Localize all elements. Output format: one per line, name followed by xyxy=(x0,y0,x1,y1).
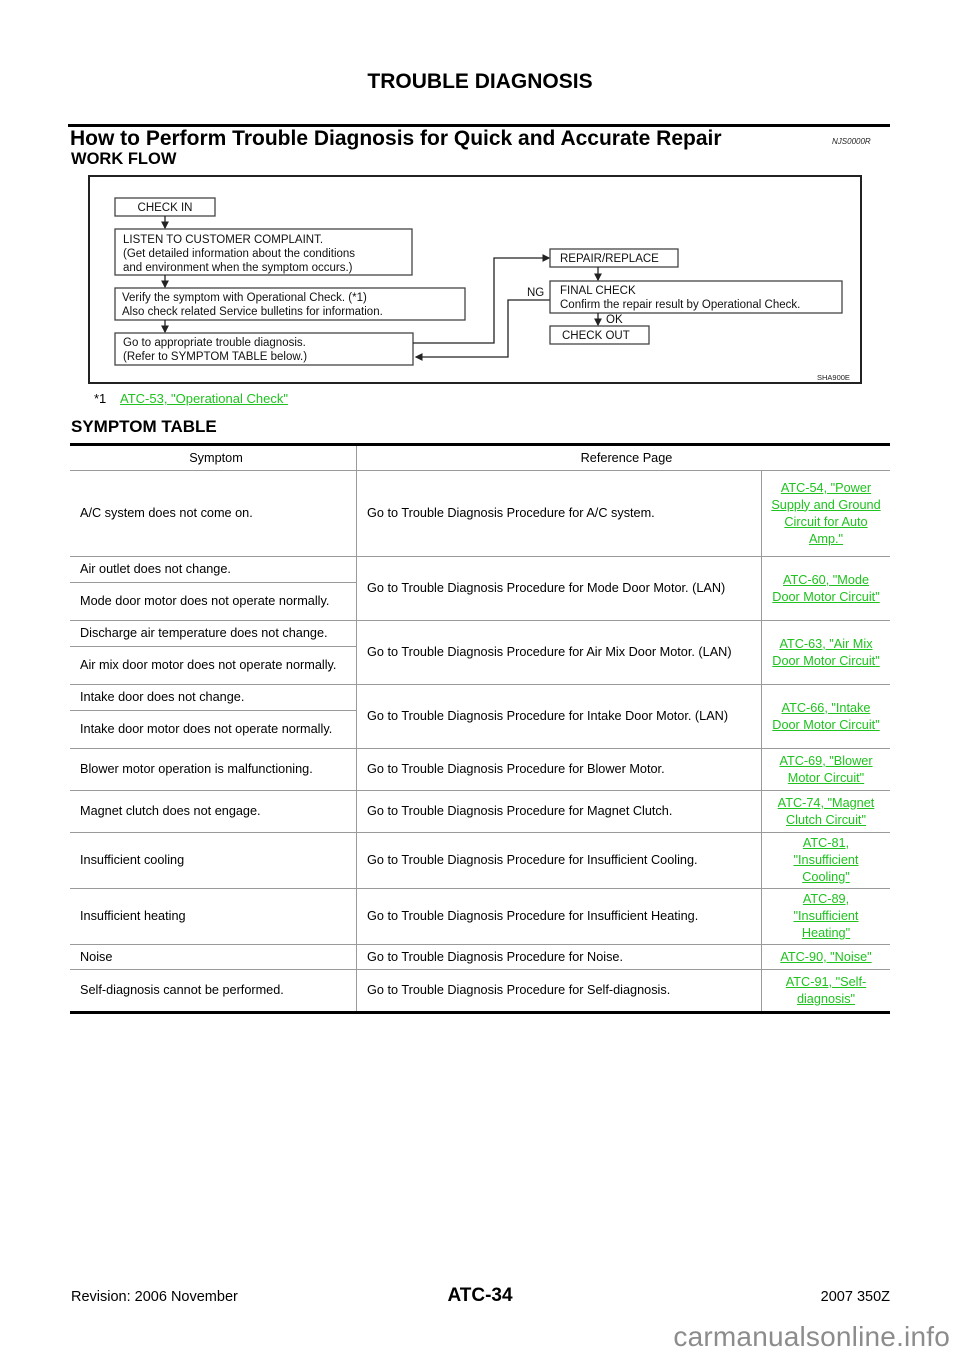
symptom-cell: A/C system does not come on. xyxy=(70,470,357,557)
repair-replace-text: REPAIR/REPLACE xyxy=(560,253,659,265)
reference-link[interactable]: ATC-60, "Mode Door Motor Circuit" xyxy=(770,572,882,606)
listen-line-1: LISTEN TO CUSTOMER COMPLAINT. xyxy=(123,234,323,246)
listen-line-2: (Get detailed information about the cond… xyxy=(123,248,355,260)
table-row: Noise Go to Trouble Diagnosis Procedure f… xyxy=(70,944,890,970)
workflow-title: WORK FLOW xyxy=(71,150,177,168)
workflow-diagram: CHECK IN LISTEN TO CUSTOMER COMPLAINT. (… xyxy=(88,175,862,384)
header-symptom: Symptom xyxy=(70,444,357,471)
reference-link[interactable]: ATC-66, "Intake Door Motor Circuit" xyxy=(770,700,882,734)
footnote-mark: *1 xyxy=(94,391,107,406)
symptom-cell: Mode door motor does not operate normall… xyxy=(70,582,357,621)
table-row: Insufficient cooling Go to Trouble Diagno… xyxy=(70,832,890,889)
table-row: A/C system does not come on. Go to Troubl… xyxy=(70,470,890,557)
symptom-table-title: SYMPTOM TABLE xyxy=(71,417,217,436)
operational-check-link[interactable]: ATC-53, "Operational Check" xyxy=(120,391,288,406)
table-row: Self-diagnosis cannot be performed. Go to… xyxy=(70,969,890,1013)
figure-id: SHA900E xyxy=(817,373,850,382)
symptom-cell: Discharge air temperature does not chang… xyxy=(70,620,357,647)
procedure-cell: Go to Trouble Diagnosis Procedure for Mo… xyxy=(356,556,762,621)
reference-link[interactable]: ATC-90, "Noise" xyxy=(780,949,871,966)
verify-line-1: Verify the symptom with Operational Chec… xyxy=(122,292,367,304)
symptom-cell: Noise xyxy=(70,944,357,970)
procedure-cell: Go to Trouble Diagnosis Procedure for Se… xyxy=(356,969,762,1013)
reference-link[interactable]: ATC-89, "Insufficient Heating" xyxy=(770,891,882,942)
table-row: Air outlet does not change. Go to Trouble… xyxy=(70,556,890,621)
symptom-cell: Insufficient heating xyxy=(70,888,357,945)
reference-link[interactable]: ATC-74, "Magnet Clutch Circuit" xyxy=(770,795,882,829)
page-header: TROUBLE DIAGNOSIS xyxy=(367,70,593,93)
procedure-cell: Go to Trouble Diagnosis Procedure for Ma… xyxy=(356,790,762,833)
table-header-row: Symptom Reference Page xyxy=(70,444,890,471)
table-row: Magnet clutch does not engage. Go to Trou… xyxy=(70,790,890,833)
final-check-line-1: FINAL CHECK xyxy=(560,285,636,297)
footnote: *1 ATC-53, "Operational Check" xyxy=(94,391,288,406)
symptom-table-body: A/C system does not come on. Go to Troubl… xyxy=(70,470,890,1013)
symptom-cell: Air mix door motor does not operate norm… xyxy=(70,646,357,685)
table-row: Intake door does not change. Go to Troubl… xyxy=(70,684,890,749)
section-code: NJS0000R xyxy=(832,137,871,146)
workflow-flowchart: CHECK IN LISTEN TO CUSTOMER COMPLAINT. (… xyxy=(114,197,850,382)
symptom-cell: Blower motor operation is malfunctioning… xyxy=(70,748,357,791)
table-row: Discharge air temperature does not chang… xyxy=(70,620,890,685)
reference-cell: ATC-90, "Noise" xyxy=(761,944,890,970)
reference-link[interactable]: ATC-69, "Blower Motor Circuit" xyxy=(770,753,882,787)
listen-line-3: and environment when the symptom occurs.… xyxy=(123,262,353,274)
header-reference-page: Reference Page xyxy=(356,444,890,471)
reference-cell: ATC-74, "Magnet Clutch Circuit" xyxy=(761,790,890,833)
verify-line-2: Also check related Service bulletins for… xyxy=(122,306,383,318)
table-row: Blower motor operation is malfunctioning… xyxy=(70,748,890,791)
procedure-cell: Go to Trouble Diagnosis Procedure for In… xyxy=(356,684,762,749)
symptom-cell: Air outlet does not change. xyxy=(70,556,357,583)
check-in-text: CHECK IN xyxy=(138,202,193,214)
watermark: carmanualsonline.info xyxy=(673,1321,950,1352)
procedure-cell: Go to Trouble Diagnosis Procedure for No… xyxy=(356,944,762,970)
symptom-cell: Intake door does not change. xyxy=(70,684,357,711)
table-row: Insufficient heating Go to Trouble Diagno… xyxy=(70,888,890,945)
model-text: 2007 350Z xyxy=(820,1289,890,1305)
reference-link[interactable]: ATC-91, "Self-diagnosis" xyxy=(770,974,882,1008)
procedure-cell: Go to Trouble Diagnosis Procedure for Ai… xyxy=(356,620,762,685)
symptom-cell: Insufficient cooling xyxy=(70,832,357,889)
reference-cell: ATC-54, "Power Supply and Ground Circuit… xyxy=(761,470,890,557)
reference-cell: ATC-81, "Insufficient Cooling" xyxy=(761,832,890,889)
goto-line-1: Go to appropriate trouble diagnosis. xyxy=(123,337,306,349)
reference-cell: ATC-69, "Blower Motor Circuit" xyxy=(761,748,890,791)
reference-cell: ATC-91, "Self-diagnosis" xyxy=(761,969,890,1013)
reference-cell: ATC-89, "Insufficient Heating" xyxy=(761,888,890,945)
ok-label: OK xyxy=(606,314,623,326)
goto-line-2: (Refer to SYMPTOM TABLE below.) xyxy=(123,351,307,363)
procedure-cell: Go to Trouble Diagnosis Procedure for In… xyxy=(356,832,762,889)
check-out-text: CHECK OUT xyxy=(562,330,630,342)
ng-label: NG xyxy=(527,287,544,299)
procedure-cell: Go to Trouble Diagnosis Procedure for A/… xyxy=(356,470,762,557)
reference-cell: ATC-63, "Air Mix Door Motor Circuit" xyxy=(761,620,890,685)
final-check-line-2: Confirm the repair result by Operational… xyxy=(560,299,800,311)
reference-cell: ATC-60, "Mode Door Motor Circuit" xyxy=(761,556,890,621)
symptom-cell: Intake door motor does not operate norma… xyxy=(70,710,357,749)
symptom-cell: Self-diagnosis cannot be performed. xyxy=(80,983,284,997)
symptom-cell: Magnet clutch does not engage. xyxy=(70,790,357,833)
symptom-table: Symptom Reference Page A/C system does n… xyxy=(70,443,890,1014)
reference-link[interactable]: ATC-81, "Insufficient Cooling" xyxy=(770,835,882,886)
procedure-cell: Go to Trouble Diagnosis Procedure for Bl… xyxy=(356,748,762,791)
section-title: How to Perform Trouble Diagnosis for Qui… xyxy=(70,127,722,150)
procedure-cell: Go to Trouble Diagnosis Procedure for In… xyxy=(356,888,762,945)
reference-link[interactable]: ATC-63, "Air Mix Door Motor Circuit" xyxy=(770,636,882,670)
reference-link[interactable]: ATC-54, "Power Supply and Ground Circuit… xyxy=(770,480,882,548)
reference-cell: ATC-66, "Intake Door Motor Circuit" xyxy=(761,684,890,749)
